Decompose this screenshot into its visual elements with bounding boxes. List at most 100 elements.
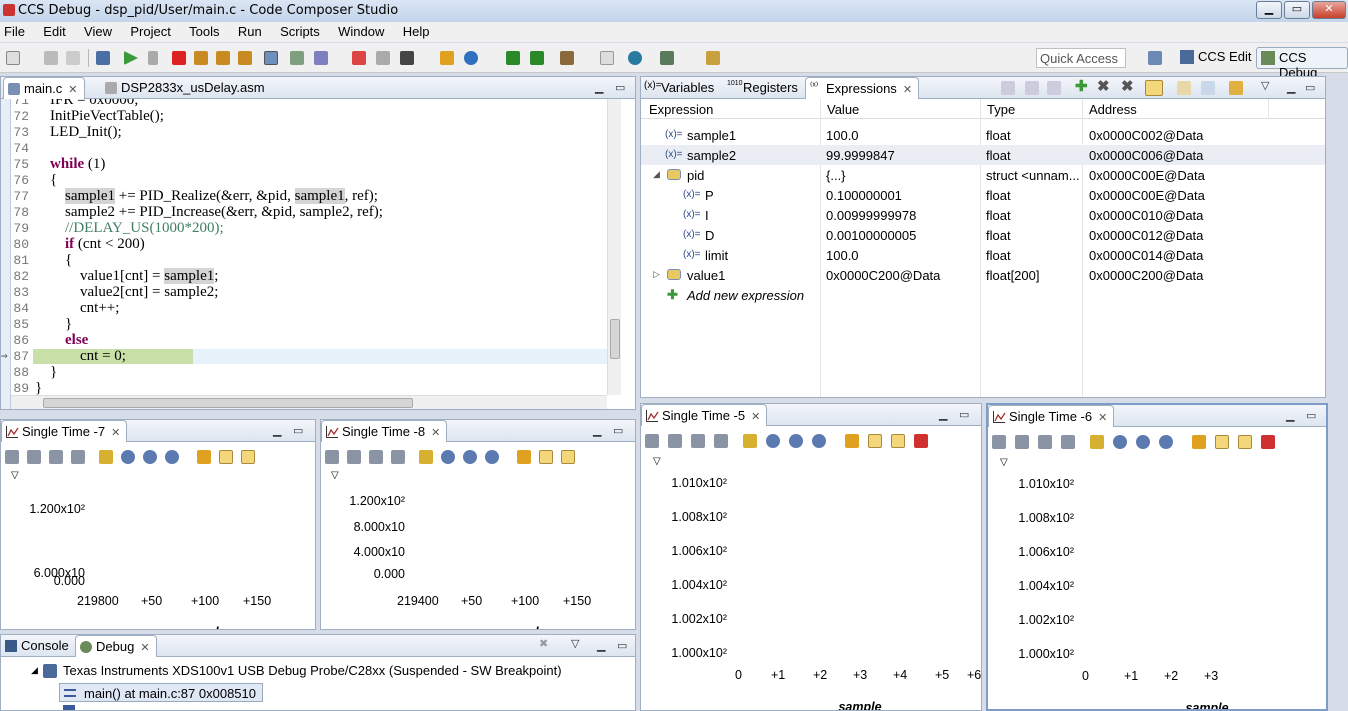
stack-frame-main[interactable]: main() at main.c:87 0x008510 [59,683,263,702]
search-icon[interactable] [628,51,642,65]
expression-value[interactable]: {...} [826,168,846,183]
step-into-icon[interactable] [194,51,208,65]
add-expression-icon[interactable]: ✚ [1075,79,1089,95]
scroll-thumb[interactable] [610,319,620,359]
menu-tools[interactable]: Tools [189,22,219,39]
tab-registers[interactable]: 1010 Registers [723,77,804,99]
close-tab-icon[interactable]: ✕ [903,84,912,96]
menu-project[interactable]: Project [130,22,170,39]
terminate-icon[interactable] [172,51,186,65]
plot-area[interactable] [1,420,316,630]
restart-icon[interactable] [290,51,304,65]
menu-run[interactable]: Run [238,22,262,39]
expression-value[interactable]: 0.00999999978 [826,208,916,223]
expression-value[interactable]: 100.0 [826,128,859,143]
plot-area[interactable] [988,405,1328,711]
menu-window[interactable]: Window [338,22,384,39]
expression-value[interactable]: 0.00100000005 [826,228,916,243]
code-line[interactable]: } [35,316,72,333]
step-return-icon[interactable] [238,51,252,65]
remove-all-icon[interactable]: ✖ [1121,79,1135,95]
breakpoint-icon[interactable] [352,51,366,65]
step-over-icon[interactable] [216,51,230,65]
code-line[interactable]: { [35,172,57,189]
code-line[interactable]: //DELAY_US(1000*200); [35,220,224,237]
tab-expressions[interactable]: ⁽ˣ⁾ Expressions ✕ [805,77,920,99]
select-all-icon[interactable] [1047,81,1061,95]
menu-edit[interactable]: Edit [43,22,65,39]
save-all-icon[interactable] [66,51,80,65]
suspend-icon[interactable] [148,51,158,65]
close-tab-icon[interactable]: ✕ [140,642,149,654]
code-line[interactable]: sample2 += PID_Increase(&err, &pid, samp… [35,204,383,221]
export-icon[interactable] [1201,81,1215,95]
close-button[interactable]: ✕ [1312,1,1346,19]
code-area[interactable]: 71 IFR = 0x0000; 72 InitPieVectTable(); 73… [1,99,607,409]
collapse-all-icon[interactable] [1001,81,1015,95]
run-to-line-icon[interactable] [506,51,520,65]
code-line[interactable]: cnt = 0; [35,348,126,365]
ccs-edit-perspective[interactable]: CCS Edit [1178,49,1251,64]
tab-main-c[interactable]: main.c ✕ [3,77,85,99]
new-expression-icon[interactable] [1177,81,1191,95]
quick-access-input[interactable]: Quick Access [1036,48,1126,68]
code-line[interactable]: value2[cnt] = sample2; [35,284,218,301]
show-type-icon[interactable] [1025,81,1039,95]
expression-row[interactable]: (x)= D 0.00100000005 float 0x0000C012@Data [641,225,1325,245]
open-perspective-icon[interactable] [1148,51,1162,65]
col-value[interactable]: Value [827,102,859,117]
menu-scripts[interactable]: Scripts [280,22,320,39]
maximize-view-icon[interactable]: ▭ [615,81,625,94]
tab-usdelay-asm[interactable]: DSP2833x_usDelay.asm [101,77,271,99]
build-icon[interactable] [560,51,574,65]
expression-row[interactable]: (x)= P 0.100000001 float 0x0000C00E@Data [641,185,1325,205]
new-icon[interactable] [6,51,20,65]
minimize-view-icon[interactable]: ▁ [1287,81,1295,94]
expression-value[interactable]: 99.9999847 [826,148,895,163]
vertical-scrollbar[interactable] [607,99,621,395]
plot-area[interactable] [641,404,982,711]
col-expression[interactable]: Expression [649,102,713,117]
step-icon[interactable] [530,51,544,65]
save-icon[interactable] [44,51,58,65]
collapse-arrow-icon[interactable]: ◢ [31,665,38,676]
debug-probe-item[interactable]: ◢ Texas Instruments XDS100v1 USB Debug P… [31,663,562,678]
expression-row[interactable]: ▷ value1 0x0000C200@Data float[200] 0x0000C2… [641,265,1325,285]
skip-breakpoints-icon[interactable] [376,51,390,65]
scroll-thumb[interactable] [43,398,413,408]
code-line[interactable]: } [35,364,57,381]
code-line[interactable]: else [35,332,88,349]
assembly-step-icon[interactable] [264,51,278,65]
expression-row[interactable]: (x)= I 0.00999999978 float 0x0000C010@Data [641,205,1325,225]
collapse-arrow-icon[interactable]: ◢ [653,169,660,180]
console-icon[interactable] [600,51,614,65]
menu-view[interactable]: View [84,22,112,39]
code-line[interactable]: { [35,252,72,269]
code-line[interactable]: LED_Init(); [35,124,122,141]
expression-value[interactable]: 0.100000001 [826,188,902,203]
debug-icon[interactable] [96,51,110,65]
menu-file[interactable]: File [4,22,25,39]
expression-value[interactable]: 100.0 [826,248,859,263]
tab-variables[interactable]: (x)= Variables [641,77,720,99]
maximize-view-icon[interactable]: ▭ [617,639,627,652]
minimize-view-icon[interactable]: ▁ [595,81,603,94]
code-line[interactable]: cnt++; [35,300,119,317]
col-type[interactable]: Type [987,102,1015,117]
refresh-icon[interactable] [440,51,454,65]
expression-value[interactable]: 0x0000C200@Data [826,268,940,283]
menu-help[interactable]: Help [403,22,430,39]
expression-row[interactable]: (x)= limit 100.0 float 0x0000C014@Data [641,245,1325,265]
col-address[interactable]: Address [1089,102,1137,117]
horizontal-scrollbar[interactable] [11,395,607,409]
tab-debug[interactable]: Debug ✕ [75,635,157,657]
code-line[interactable]: while (1) [35,156,105,173]
ccs-debug-perspective[interactable]: CCS Debug [1256,47,1348,80]
pen-icon[interactable] [706,51,720,65]
code-line[interactable]: sample1 += PID_Realize(&err, &pid, sampl… [35,188,378,205]
expression-row[interactable]: (x)= sample2 99.9999847 float 0x0000C006@Dat… [641,145,1325,165]
maximize-button[interactable]: ▭ [1284,1,1310,19]
minimize-button[interactable]: ▁ [1256,1,1282,19]
continuous-refresh-icon[interactable] [1145,80,1163,96]
remove-launch-icon[interactable]: ✖ [539,637,548,650]
